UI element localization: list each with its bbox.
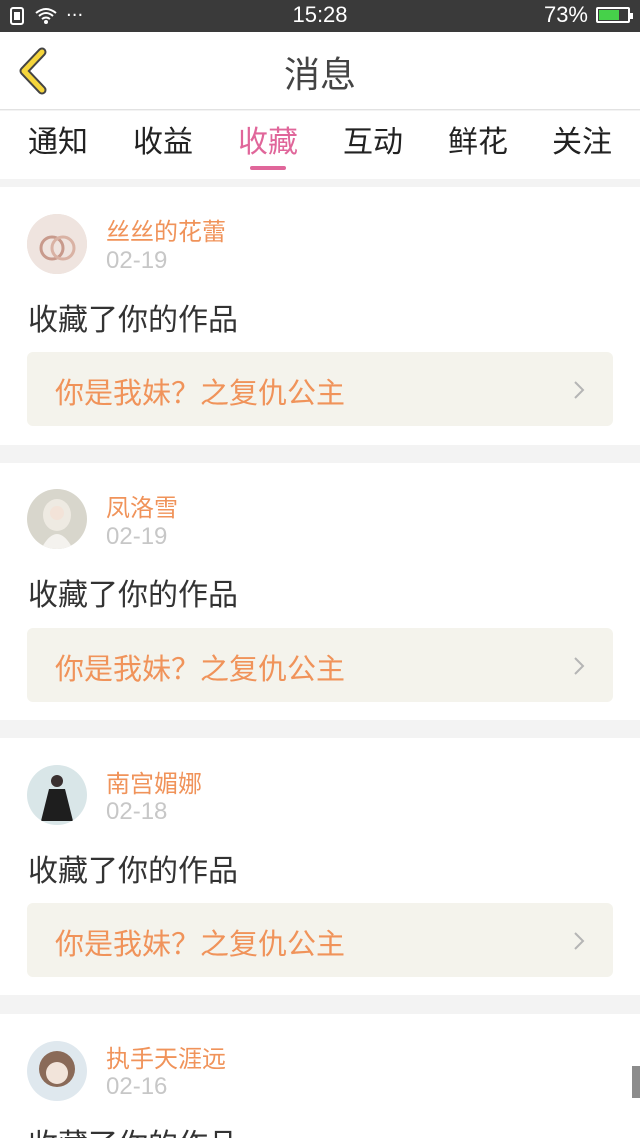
rings-avatar-image (27, 214, 87, 274)
message-text: 收藏了你的作品 (28, 854, 238, 889)
anime-girl-avatar-image (27, 489, 87, 549)
message-date: 02-16 (106, 1073, 168, 1100)
battery-icon (596, 7, 633, 23)
list-item: 凤洛雪 02-19 收藏了你的作品 你是我妹？之复仇公主 (0, 463, 640, 720)
tab-earnings[interactable]: 收益 (123, 117, 203, 161)
chevron-right-icon (574, 381, 585, 399)
tab-favorites[interactable]: 收藏 (228, 117, 308, 161)
active-tab-indicator (250, 166, 286, 170)
page-title: 消息 (283, 55, 356, 96)
username[interactable]: 丝丝的花蕾 (106, 212, 226, 247)
battery-percent: 73% (543, 2, 588, 27)
dress-avatar-image (27, 765, 87, 825)
username[interactable]: 南宫媚娜 (106, 764, 202, 799)
work-link[interactable]: 你是我妹？之复仇公主 (27, 628, 613, 702)
status-bar: ··· 15:28 73% (0, 0, 640, 32)
avatar[interactable] (27, 214, 87, 274)
list-item: 丝丝的花蕾 02-19 收藏了你的作品 你是我妹？之复仇公主 (0, 187, 640, 445)
avatar[interactable] (27, 765, 87, 825)
tab-bar: 通知 收益 收藏 互动 鲜花 关注 (0, 111, 640, 179)
list-item: 执手天涯远 02-16 收藏了你的作品 (0, 1014, 640, 1138)
work-link[interactable]: 你是我妹？之复仇公主 (27, 903, 613, 977)
work-title: 你是我妹？之复仇公主 (55, 652, 346, 686)
message-date: 02-19 (106, 247, 168, 274)
tab-follows[interactable]: 关注 (542, 117, 622, 161)
avatar[interactable] (27, 1041, 87, 1101)
message-text: 收藏了你的作品 (28, 578, 238, 613)
message-text: 收藏了你的作品 (28, 1120, 238, 1138)
message-text: 收藏了你的作品 (28, 303, 238, 338)
status-right: 73% (543, 2, 633, 28)
username[interactable]: 凤洛雪 (106, 488, 178, 523)
anime-boy-avatar-image (27, 1041, 87, 1101)
message-date: 02-18 (106, 798, 168, 825)
tab-interactions[interactable]: 互动 (333, 117, 413, 161)
scrollbar[interactable] (632, 1066, 640, 1098)
message-date: 02-19 (106, 523, 168, 550)
tab-notifications[interactable]: 通知 (18, 117, 98, 161)
work-title: 你是我妹？之复仇公主 (55, 376, 346, 410)
work-title: 你是我妹？之复仇公主 (55, 927, 346, 961)
list-item: 南宫媚娜 02-18 收藏了你的作品 你是我妹？之复仇公主 (0, 738, 640, 995)
work-link[interactable]: 你是我妹？之复仇公主 (27, 352, 613, 426)
chevron-right-icon (574, 932, 585, 950)
chevron-right-icon (574, 657, 585, 675)
header: 消息 (0, 32, 640, 110)
tab-flowers[interactable]: 鲜花 (438, 117, 518, 161)
battery-level (599, 10, 620, 20)
username[interactable]: 执手天涯远 (106, 1039, 226, 1074)
avatar[interactable] (27, 489, 87, 549)
